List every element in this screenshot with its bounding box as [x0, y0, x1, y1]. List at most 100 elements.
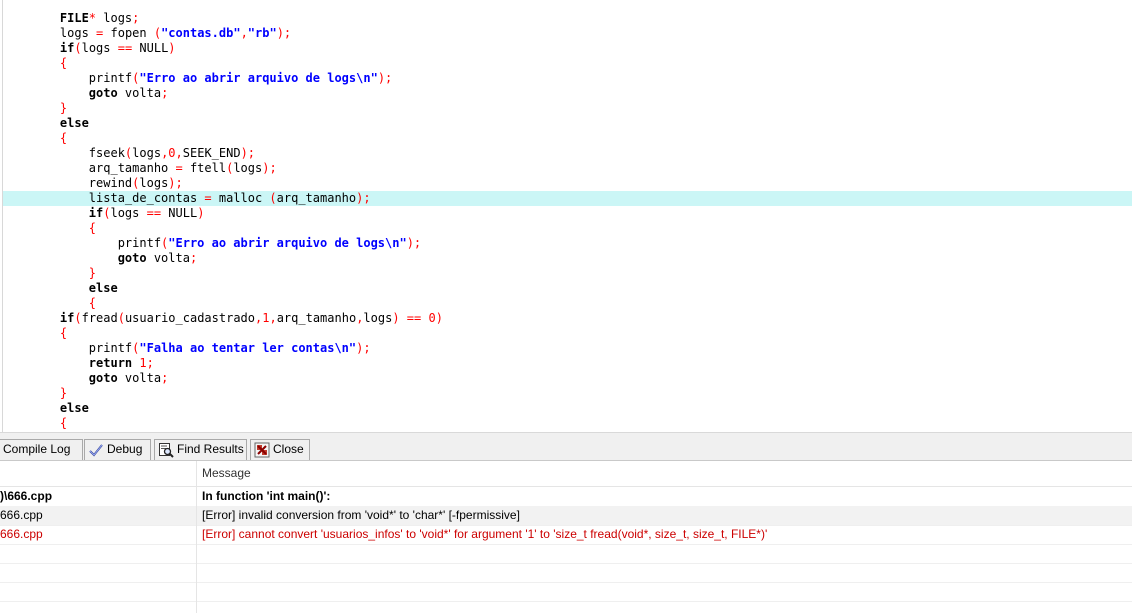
code-line[interactable]: lista_de_contas = malloc (arq_tamanho);	[3, 191, 1132, 206]
code-token: 0	[428, 311, 436, 325]
code-token: (	[74, 41, 82, 55]
code-token: volta	[146, 251, 190, 265]
code-token: "rb"	[247, 26, 277, 40]
code-token: logs	[110, 206, 147, 220]
code-token: NULL	[132, 41, 169, 55]
tab-find-results-label: Find Results	[177, 442, 244, 456]
tab-debug[interactable]: Debug	[84, 439, 151, 460]
code-token: );	[240, 146, 256, 160]
code-token: SEEK_END	[182, 146, 241, 160]
code-token: logs	[31, 26, 97, 40]
code-line[interactable]: printf("Falha ao tentar ler contas\n");	[3, 341, 1132, 356]
code-token: else	[31, 401, 89, 415]
code-line[interactable]: {	[3, 326, 1132, 341]
code-line[interactable]: {	[3, 131, 1132, 146]
tab-find-results[interactable]: Find Results	[154, 439, 247, 460]
message-file-cell: )\666.cpp	[0, 489, 53, 503]
code-token: {	[31, 326, 68, 340]
message-row[interactable]	[0, 544, 1132, 564]
code-line[interactable]: {	[3, 221, 1132, 236]
code-line[interactable]: {	[3, 296, 1132, 311]
code-token: logs	[103, 11, 133, 25]
code-token: logs	[233, 161, 263, 175]
code-line[interactable]: fseek(logs,0,SEEK_END);	[3, 146, 1132, 161]
code-token: );	[356, 191, 371, 205]
code-token: FILE	[31, 11, 89, 25]
message-row[interactable]: )\666.cpp In function 'int main()':	[0, 487, 1132, 507]
code-token: (	[269, 191, 277, 205]
code-token: rewind	[31, 176, 133, 190]
code-token: volta	[117, 86, 162, 100]
code-token: malloc	[211, 191, 270, 205]
code-token: )	[435, 311, 443, 325]
message-row[interactable]	[0, 582, 1132, 602]
code-token: ,	[175, 146, 183, 160]
code-token: )	[392, 311, 407, 325]
code-token: arq_tamanho	[276, 311, 357, 325]
code-line[interactable]: {	[3, 56, 1132, 71]
message-row[interactable]: 666.cpp [Error] invalid conversion from '…	[0, 506, 1132, 526]
code-token: goto	[31, 86, 118, 100]
tab-compile-log[interactable]: Compile Log	[0, 439, 83, 460]
code-token: arq_tamanho	[276, 191, 357, 205]
code-token: {	[31, 131, 68, 145]
message-file-cell: 666.cpp	[0, 508, 43, 522]
close-icon	[254, 442, 270, 458]
code-token: "Erro ao abrir arquivo de logs\n"	[139, 71, 378, 85]
code-token: logs	[132, 146, 162, 160]
code-line[interactable]: }	[3, 266, 1132, 281]
code-token: ;	[132, 11, 140, 25]
code-token: goto	[31, 251, 147, 265]
code-line[interactable]: else	[3, 116, 1132, 131]
bottom-tab-bar: Compile Log Debug Find Results Close	[0, 438, 1132, 461]
code-line[interactable]: if(fread(usuario_cadastrado,1,arq_tamanh…	[3, 311, 1132, 326]
code-line[interactable]: if(logs == NULL)	[3, 41, 1132, 56]
code-line[interactable]: goto volta;	[3, 86, 1132, 101]
tab-debug-label: Debug	[107, 442, 143, 456]
code-line[interactable]: printf("Erro ao abrir arquivo de logs\n"…	[3, 236, 1132, 251]
code-token: =	[175, 161, 183, 175]
code-token: ,	[240, 26, 248, 40]
code-token: if	[31, 311, 75, 325]
code-token: fopen	[103, 26, 154, 40]
tab-close[interactable]: Close	[250, 439, 310, 460]
code-line[interactable]: }	[3, 101, 1132, 116]
code-token: ,	[269, 311, 277, 325]
message-row[interactable]	[0, 563, 1132, 583]
message-file-cell: 666.cpp	[0, 527, 43, 541]
code-token: ftell	[182, 161, 227, 175]
code-editor[interactable]: FILE* logs; logs = fopen ("contas.db","r…	[0, 0, 1132, 432]
message-row[interactable]: 666.cpp [Error] cannot convert 'usuarios_…	[0, 525, 1132, 545]
code-token: {	[31, 296, 97, 310]
code-token: );	[262, 161, 277, 175]
code-token: );	[356, 341, 371, 355]
code-token: arq_tamanho	[31, 161, 176, 175]
code-line[interactable]: arq_tamanho = ftell(logs);	[3, 161, 1132, 176]
code-line[interactable]: rewind(logs);	[3, 176, 1132, 191]
code-line[interactable]: else	[3, 401, 1132, 416]
column-divider[interactable]	[196, 461, 197, 613]
code-token: else	[31, 116, 89, 130]
compiler-messages-grid[interactable]: Message )\666.cpp In function 'int main()…	[0, 461, 1132, 613]
code-line[interactable]: logs = fopen ("contas.db","rb");	[3, 26, 1132, 41]
code-line[interactable]: FILE* logs;	[3, 11, 1132, 26]
code-line[interactable]: goto volta;	[3, 371, 1132, 386]
code-line[interactable]: goto volta;	[3, 251, 1132, 266]
code-token: ;	[161, 86, 169, 100]
code-token: );	[168, 176, 183, 190]
tab-compile-log-label: Compile Log	[3, 442, 71, 456]
code-line[interactable]: printf("Erro ao abrir arquivo de logs\n"…	[3, 71, 1132, 86]
code-line[interactable]: else	[3, 281, 1132, 296]
code-token: fread	[81, 311, 118, 325]
code-token: if	[31, 206, 104, 220]
code-line[interactable]: {	[3, 416, 1132, 431]
code-token: "Falha ao tentar ler contas\n"	[139, 341, 357, 355]
column-header-message[interactable]: Message	[202, 466, 251, 480]
grid-header: Message	[0, 461, 1132, 487]
code-line[interactable]: }	[3, 386, 1132, 401]
code-line[interactable]: if(logs == NULL)	[3, 206, 1132, 221]
code-token: logs	[363, 311, 393, 325]
code-line[interactable]: return 1;	[3, 356, 1132, 371]
code-token: else	[31, 281, 118, 295]
code-token: "contas.db"	[161, 26, 241, 40]
